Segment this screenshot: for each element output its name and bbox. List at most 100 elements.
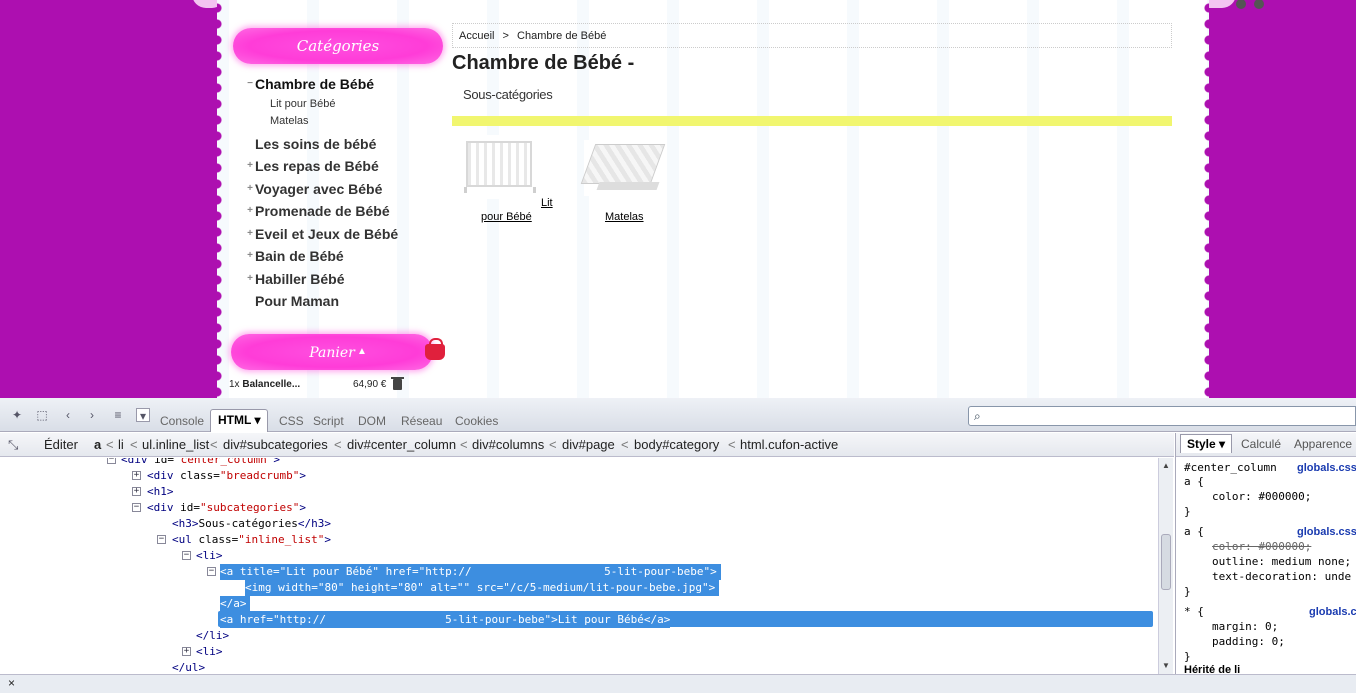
cart-toggle-icon[interactable]: ▲ <box>357 346 367 357</box>
crumb-body[interactable]: body#category <box>634 433 719 456</box>
tree-line-selected[interactable]: <a title="Lit pour Bébé" href="http:// 5… <box>220 564 721 580</box>
css-property[interactable]: color: #000000; <box>1212 489 1311 504</box>
category-voyager-avec-bebe[interactable]: + Voyager avec Bébé <box>245 178 445 201</box>
tree-line-selected[interactable]: <a href="http:// 5-lit-pour-bebe">Lit po… <box>220 612 671 628</box>
menu-icon[interactable]: ≡ <box>110 408 126 422</box>
tree-line[interactable]: <div class="breadcrumb"> <box>147 468 306 484</box>
expand-icon[interactable]: + <box>245 269 255 289</box>
css-selector[interactable]: * { <box>1184 604 1204 619</box>
cart-item-name[interactable]: Balancelle... <box>242 379 300 390</box>
category-les-soins-de-bebe[interactable]: Les soins de bébé <box>245 133 445 156</box>
html-scrollbar[interactable]: ▲ ▼ <box>1158 458 1173 674</box>
collapse-toggle-icon[interactable]: − <box>157 535 166 544</box>
css-selector[interactable]: a { <box>1184 474 1204 489</box>
crumb-a[interactable]: a <box>94 433 101 456</box>
side-tab-style[interactable]: Style ▾ <box>1180 434 1233 453</box>
css-file-link[interactable]: globals.css <box>1297 462 1356 474</box>
category-chambre-de-bebe[interactable]: − Chambre de Bébé <box>245 73 445 96</box>
expand-toggle-icon[interactable]: + <box>182 647 191 656</box>
inspect-icon[interactable]: ⬚ <box>34 408 50 422</box>
expand-toggle-icon[interactable]: + <box>132 471 141 480</box>
collapse-icon[interactable]: − <box>245 74 255 94</box>
tab-html[interactable]: HTML ▾ <box>210 409 269 432</box>
tab-cookies[interactable]: Cookies <box>455 411 498 431</box>
expand-icon[interactable]: + <box>245 224 255 244</box>
expand-toggle-icon[interactable]: + <box>132 487 141 496</box>
scrollbar-thumb[interactable] <box>1161 534 1171 590</box>
tree-line[interactable]: <li> <box>196 548 223 564</box>
collapse-toggle-icon[interactable]: − <box>107 458 116 464</box>
tree-line-selected[interactable]: </a> <box>220 596 250 612</box>
css-file-link[interactable]: globals.c <box>1309 606 1356 618</box>
crumb-page[interactable]: div#page <box>562 433 615 456</box>
category-habiller-bebe[interactable]: + Habiller Bébé <box>245 268 445 291</box>
expand-panel-icon[interactable]: ⤡ <box>8 433 18 456</box>
product-link-lit-line2[interactable]: pour Bébé <box>481 211 532 223</box>
crumb-center-column[interactable]: div#center_column <box>347 433 456 456</box>
category-label[interactable]: Habiller Bébé <box>255 269 344 289</box>
tree-line[interactable]: <h3>Sous-catégories</h3> <box>172 516 331 532</box>
category-pour-maman[interactable]: Pour Maman <box>245 290 445 313</box>
firebug-icon[interactable]: ✦ <box>9 408 25 422</box>
expand-icon[interactable]: + <box>245 201 255 221</box>
scroll-up-icon[interactable]: ▲ <box>1162 461 1170 470</box>
tab-css[interactable]: CSS <box>279 411 304 431</box>
category-label[interactable]: Bain de Bébé <box>255 246 344 266</box>
category-label[interactable]: Les soins de bébé <box>255 134 376 154</box>
tree-line[interactable]: </ul> <box>172 660 205 674</box>
product-link-matelas[interactable]: Matelas <box>605 211 644 223</box>
tab-console[interactable]: Console <box>160 411 204 431</box>
expand-icon[interactable]: + <box>245 156 255 176</box>
category-label[interactable]: Chambre de Bébé <box>255 74 374 94</box>
category-label[interactable]: Pour Maman <box>255 291 339 311</box>
css-selector[interactable]: a { <box>1184 524 1204 539</box>
crumb-li[interactable]: li <box>118 433 124 456</box>
category-label[interactable]: Les repas de Bébé <box>255 156 379 176</box>
subcategory-lit-pour-bebe[interactable]: Lit pour Bébé <box>245 96 445 113</box>
side-tab-apparence[interactable]: Apparence <box>1294 437 1352 451</box>
tab-reseau[interactable]: Réseau <box>401 411 442 431</box>
crumb-html[interactable]: html.cufon-active <box>740 433 838 456</box>
expand-icon[interactable]: + <box>245 179 255 199</box>
tab-dom[interactable]: DOM <box>358 411 386 431</box>
chevron-down-icon[interactable]: ▾ <box>1219 437 1225 451</box>
chevron-down-icon[interactable]: ▾ <box>254 413 260 427</box>
collapse-toggle-icon[interactable]: − <box>132 503 141 512</box>
tree-line[interactable]: <li> <box>196 644 223 660</box>
dropdown-icon[interactable]: ▾ <box>136 408 150 423</box>
tree-line[interactable]: </li> <box>196 628 229 644</box>
crumb-subcategories[interactable]: div#subcategories <box>223 433 328 456</box>
css-property[interactable]: margin: 0; <box>1212 619 1278 634</box>
scroll-down-icon[interactable]: ▼ <box>1162 661 1170 670</box>
collapse-toggle-icon[interactable]: − <box>182 551 191 560</box>
category-eveil-et-jeux-de-bebe[interactable]: + Eveil et Jeux de Bébé <box>245 223 445 246</box>
tab-script[interactable]: Script <box>313 411 344 431</box>
collapse-toggle-icon[interactable]: − <box>207 567 216 576</box>
breadcrumb-home[interactable]: Accueil <box>459 30 494 42</box>
category-bain-de-bebe[interactable]: + Bain de Bébé <box>245 245 445 268</box>
cart-heading[interactable]: Panier <box>231 334 433 370</box>
close-icon[interactable]: × <box>8 676 15 690</box>
tree-line[interactable]: <div id="subcategories"> <box>147 500 306 516</box>
category-les-repas-de-bebe[interactable]: + Les repas de Bébé <box>245 155 445 178</box>
css-property[interactable]: text-decoration: unde <box>1212 569 1351 584</box>
tree-line[interactable]: <ul class="inline_list"> <box>172 532 331 548</box>
crumb-ul[interactable]: ul.inline_list <box>142 433 209 456</box>
trash-icon[interactable] <box>391 377 404 390</box>
css-property[interactable]: outline: medium none; <box>1212 554 1351 569</box>
css-property-overridden[interactable]: color: #000000; <box>1212 539 1311 554</box>
tree-line[interactable]: <div id="center_column"> <box>121 458 280 468</box>
css-property[interactable]: padding: 0; <box>1212 634 1285 649</box>
tree-line-selected[interactable]: <img width="80" height="80" alt="" src="… <box>245 580 720 596</box>
css-selector[interactable]: #center_column <box>1184 460 1277 475</box>
category-label[interactable]: Voyager avec Bébé <box>255 179 382 199</box>
back-icon[interactable]: ‹ <box>60 408 76 422</box>
crumb-columns[interactable]: div#columns <box>472 433 544 456</box>
expand-icon[interactable]: + <box>245 246 255 266</box>
category-label[interactable]: Eveil et Jeux de Bébé <box>255 224 398 244</box>
category-promenade-de-bebe[interactable]: + Promenade de Bébé <box>245 200 445 223</box>
css-file-link[interactable]: globals.css <box>1297 526 1356 538</box>
product-link-lit-line1[interactable]: Lit <box>541 197 553 209</box>
search-input[interactable]: ⌕ <box>968 406 1356 426</box>
forward-icon[interactable]: › <box>84 408 100 422</box>
